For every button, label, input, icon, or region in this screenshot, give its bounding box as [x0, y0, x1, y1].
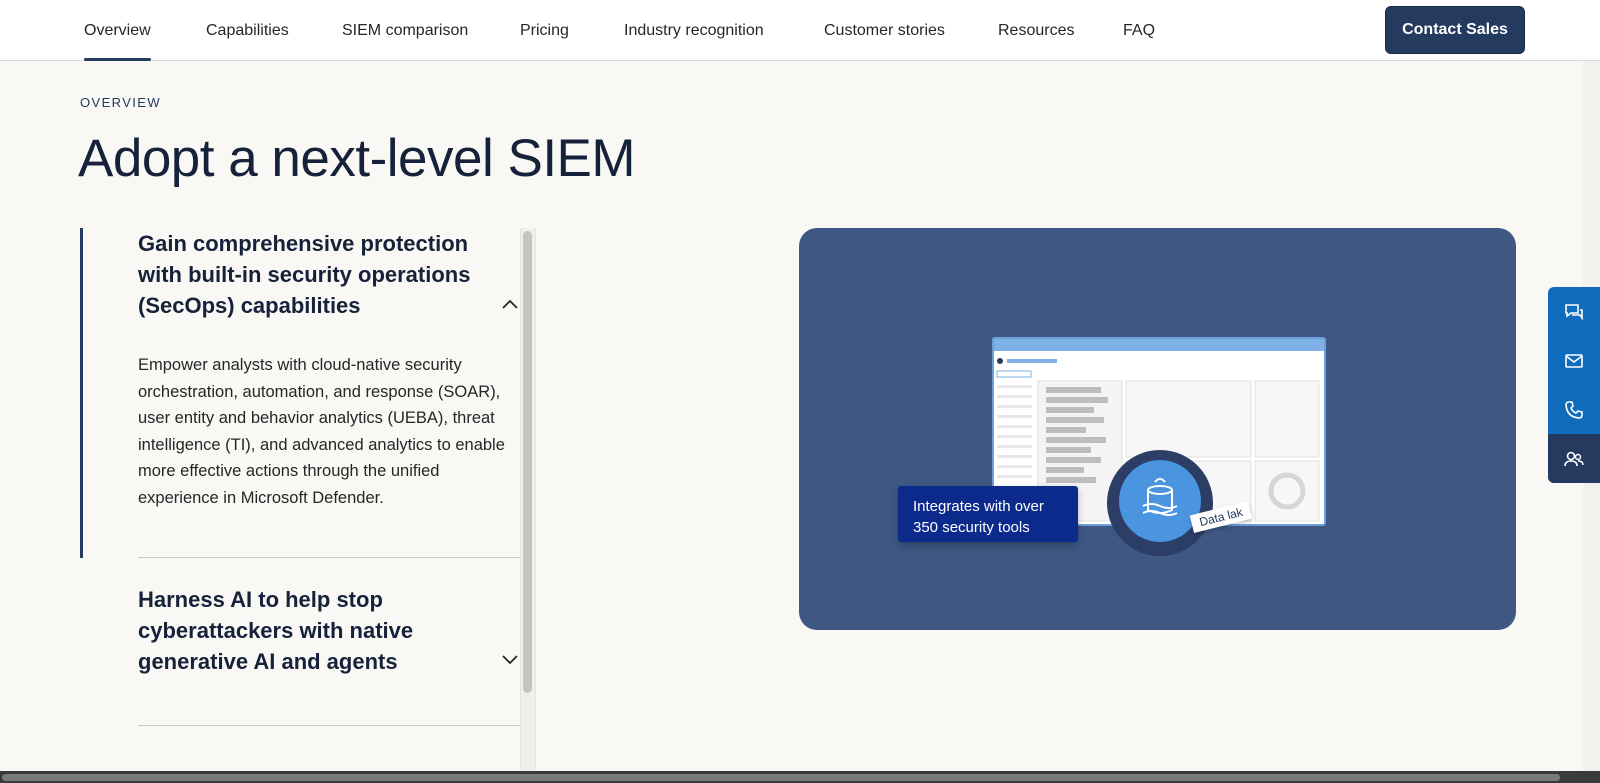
tab-resources[interactable]: Resources	[998, 0, 1074, 61]
active-item-indicator	[80, 228, 83, 558]
tab-capabilities[interactable]: Capabilities	[206, 0, 289, 61]
accordion-item-body-secops: Empower analysts with cloud-native secur…	[138, 356, 505, 507]
accordion-item-title-secops[interactable]: Gain comprehensive protection with built…	[138, 228, 478, 321]
tab-industry-recognition[interactable]: Industry recognition	[624, 0, 764, 61]
accordion-item-title-ai[interactable]: Harness AI to help stop cyberattackers w…	[138, 584, 478, 677]
page-title: Adopt a next-level SIEM	[78, 129, 636, 188]
accordion-divider	[138, 557, 520, 558]
horizontal-scrollbar-thumb[interactable]	[2, 774, 1560, 781]
accordion-divider	[138, 725, 520, 726]
tab-faq[interactable]: FAQ	[1123, 0, 1155, 61]
tab-siem-comparison[interactable]: SIEM comparison	[342, 0, 468, 61]
tab-overview[interactable]: Overview	[84, 0, 151, 61]
data-lake-icon	[1119, 460, 1201, 542]
feature-accordion: Gain comprehensive protection with built…	[80, 228, 545, 771]
people-icon[interactable]	[1548, 434, 1600, 483]
contact-sales-button[interactable]: Contact Sales	[1385, 6, 1525, 54]
accordion-scrollbar-thumb[interactable]	[523, 231, 532, 693]
phone-icon[interactable]	[1548, 385, 1600, 434]
chevron-down-icon[interactable]	[500, 650, 520, 670]
mail-icon[interactable]	[1548, 336, 1600, 385]
hero-illustration-card: Data lak Integrates with over 350 securi…	[799, 228, 1516, 630]
tab-customer-stories[interactable]: Customer stories	[824, 0, 945, 61]
tab-pricing[interactable]: Pricing	[520, 0, 569, 61]
integrations-badge: Integrates with over 350 security tools	[898, 486, 1078, 542]
chevron-up-icon[interactable]	[500, 294, 520, 314]
chat-icon[interactable]	[1548, 287, 1600, 336]
mockup-topbar	[994, 339, 1324, 351]
top-navigation: Overview Capabilities SIEM comparison Pr…	[0, 0, 1600, 61]
section-eyebrow: OVERVIEW	[80, 95, 162, 110]
contact-side-rail	[1548, 287, 1600, 483]
